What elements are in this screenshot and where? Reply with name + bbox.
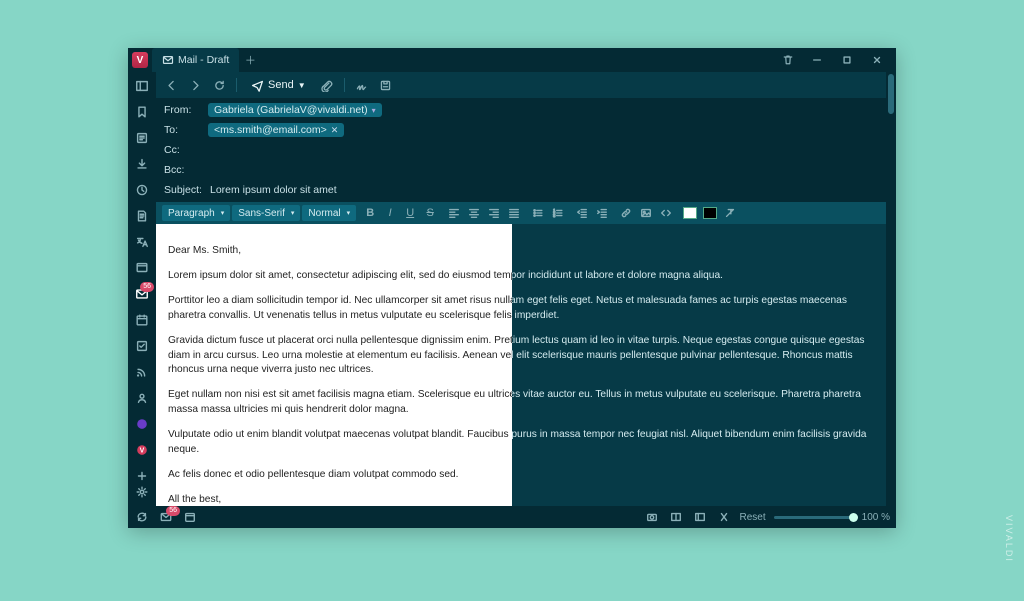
highlight-color-button[interactable]: [700, 204, 720, 222]
minimize-button[interactable]: [802, 50, 832, 70]
underline-button[interactable]: U: [400, 204, 420, 222]
reading-list-icon[interactable]: [132, 128, 152, 148]
send-button[interactable]: Send ▼: [245, 77, 312, 94]
downloads-icon[interactable]: [132, 154, 152, 174]
app-window: V Mail - Draft ＋ 56: [128, 48, 896, 528]
notes-icon[interactable]: [132, 206, 152, 226]
contacts-panel-icon[interactable]: [132, 388, 152, 408]
status-mail-icon[interactable]: 56: [158, 509, 174, 525]
feeds-panel-icon[interactable]: [132, 362, 152, 382]
trash-icon[interactable]: [780, 52, 796, 68]
from-row: From: Gabriela (GabrielaV@vivaldi.net) ▾: [156, 100, 886, 120]
to-label: To:: [164, 124, 208, 136]
zoom-value: 100 %: [862, 512, 890, 523]
status-bar: 56 Reset 100 %: [128, 506, 896, 528]
status-sync-icon[interactable]: [134, 509, 150, 525]
mail-icon: [162, 54, 174, 66]
bcc-row[interactable]: Bcc:: [156, 160, 886, 180]
clear-format-button[interactable]: [720, 204, 740, 222]
webpanel-icon-2[interactable]: V: [132, 440, 152, 460]
subject-label: Subject:: [164, 184, 208, 196]
save-draft-button[interactable]: [377, 76, 395, 94]
font-family-select[interactable]: Sans-Serif▾: [232, 205, 300, 221]
to-row: To: <ms.smith@email.com> ✕: [156, 120, 886, 140]
zoom-reset-button[interactable]: Reset: [740, 512, 766, 523]
forward-button[interactable]: [186, 76, 204, 94]
align-justify-button[interactable]: [504, 204, 524, 222]
from-value: Gabriela (GabrielaV@vivaldi.net): [214, 104, 368, 116]
status-tiling-icon[interactable]: [668, 509, 684, 525]
code-button[interactable]: [656, 204, 676, 222]
compose-body[interactable]: Dear Ms. Smith, Lorem ipsum dolor sit am…: [156, 224, 886, 506]
attach-button[interactable]: [318, 76, 336, 94]
bookmarks-icon[interactable]: [132, 102, 152, 122]
font-size-select[interactable]: Normal▾: [302, 205, 356, 221]
titlebar: V Mail - Draft ＋: [128, 48, 896, 72]
new-tab-button[interactable]: ＋: [239, 48, 261, 72]
back-button[interactable]: [162, 76, 180, 94]
cc-row[interactable]: Cc:: [156, 140, 886, 160]
compose-area: Send ▼ From: Gabriela (GabrielaV@vivaldi…: [156, 72, 886, 506]
send-caret-icon: ▼: [298, 81, 306, 90]
vivaldi-watermark: VIVALDI: [1004, 515, 1014, 563]
send-label: Send: [268, 79, 294, 91]
cc-label: Cc:: [164, 144, 208, 156]
to-recipient-chip[interactable]: <ms.smith@email.com> ✕: [208, 123, 344, 137]
from-label: From:: [164, 104, 208, 116]
chevron-down-icon: ▾: [372, 106, 376, 115]
link-button[interactable]: [616, 204, 636, 222]
vivaldi-logo-icon[interactable]: V: [132, 52, 148, 68]
history-icon[interactable]: [132, 180, 152, 200]
settings-icon[interactable]: [132, 482, 152, 502]
list-bullet-button[interactable]: [528, 204, 548, 222]
mail-panel-icon[interactable]: 56: [132, 284, 152, 304]
mail-badge: 56: [140, 282, 154, 292]
strike-button[interactable]: S: [420, 204, 440, 222]
zoom-slider[interactable]: [774, 516, 854, 519]
tab-mail-draft[interactable]: Mail - Draft: [152, 48, 239, 72]
outdent-button[interactable]: [572, 204, 592, 222]
reload-button[interactable]: [210, 76, 228, 94]
from-account-chip[interactable]: Gabriela (GabrielaV@vivaldi.net) ▾: [208, 103, 382, 117]
to-value: <ms.smith@email.com>: [214, 124, 327, 136]
tasks-panel-icon[interactable]: [132, 336, 152, 356]
window-panel-icon[interactable]: [132, 258, 152, 278]
paragraph-style-select[interactable]: Paragraph▾: [162, 205, 230, 221]
webpanel-icon-1[interactable]: [132, 414, 152, 434]
list-number-button[interactable]: 123: [548, 204, 568, 222]
align-center-button[interactable]: [464, 204, 484, 222]
scrollbar-thumb[interactable]: [888, 74, 894, 114]
status-calendar-icon[interactable]: [182, 509, 198, 525]
italic-button[interactable]: I: [380, 204, 400, 222]
panel-sidebar: 56 V: [128, 72, 156, 506]
text-color-button[interactable]: [680, 204, 700, 222]
subject-input[interactable]: [208, 183, 878, 197]
maximize-button[interactable]: [832, 50, 862, 70]
align-right-button[interactable]: [484, 204, 504, 222]
close-button[interactable]: [862, 50, 892, 70]
bold-button[interactable]: B: [360, 204, 380, 222]
status-images-toggle-icon[interactable]: [716, 509, 732, 525]
status-panel-toggle-icon[interactable]: [692, 509, 708, 525]
tab-title: Mail - Draft: [178, 54, 229, 66]
compose-toolbar: Send ▼: [156, 72, 886, 98]
translate-icon[interactable]: [132, 232, 152, 252]
remove-recipient-icon[interactable]: ✕: [331, 125, 339, 136]
svg-text:V: V: [140, 448, 145, 455]
calendar-panel-icon[interactable]: [132, 310, 152, 330]
subject-row: Subject:: [156, 180, 886, 200]
insert-signature-button[interactable]: [353, 76, 371, 94]
svg-text:3: 3: [553, 214, 555, 218]
header-fields: From: Gabriela (GabrielaV@vivaldi.net) ▾…: [156, 98, 886, 202]
bcc-label: Bcc:: [164, 164, 208, 176]
image-button[interactable]: [636, 204, 656, 222]
indent-button[interactable]: [592, 204, 612, 222]
window-controls: [802, 50, 892, 70]
panels-toggle-icon[interactable]: [132, 76, 152, 96]
status-capture-icon[interactable]: [644, 509, 660, 525]
editor-toolbar: Paragraph▾ Sans-Serif▾ Normal▾ B I U S: [156, 202, 886, 224]
zoom-slider-knob[interactable]: [849, 513, 858, 522]
align-left-button[interactable]: [444, 204, 464, 222]
vertical-scrollbar[interactable]: [886, 72, 896, 506]
